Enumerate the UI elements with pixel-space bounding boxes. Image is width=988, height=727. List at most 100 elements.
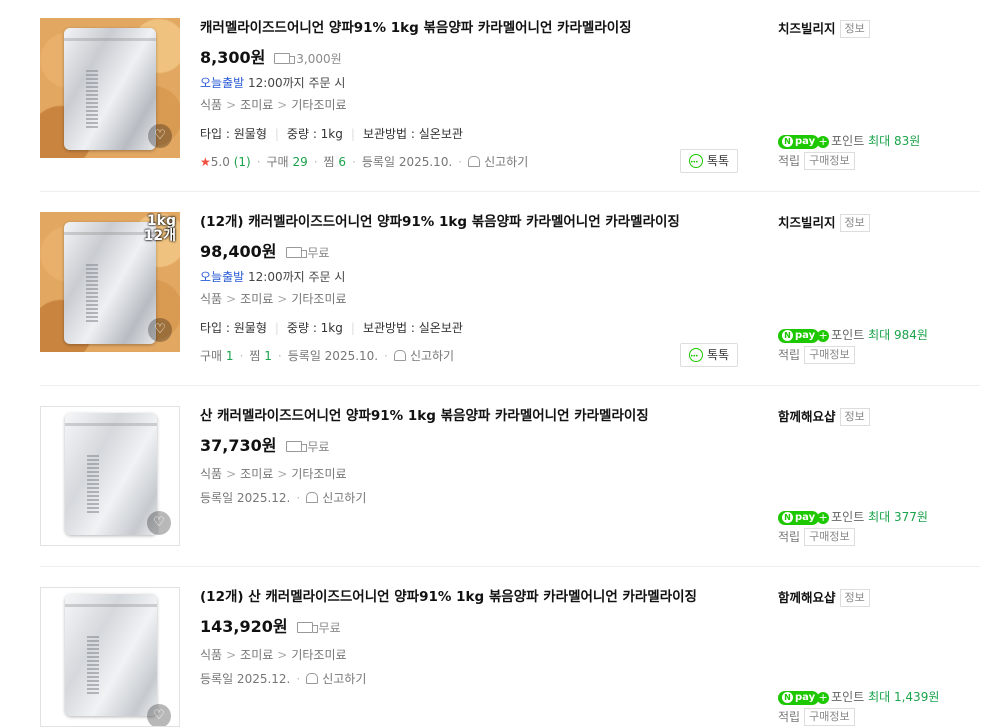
spec-type: 타입 : 원물형 bbox=[200, 127, 267, 141]
points-label: 포인트 bbox=[831, 328, 865, 342]
product-info: (12개) 산 캐러멜라이즈드어니언 양파91% 1kg 볶음양파 카라멜어니언… bbox=[200, 587, 760, 688]
category-breadcrumb: 식품 > 조미료 > 기타조미료 bbox=[200, 292, 347, 306]
talk-chat-icon bbox=[688, 346, 703, 368]
wish-count: 1 bbox=[264, 349, 272, 363]
purchase-info-tag[interactable]: 구매정보 bbox=[804, 346, 855, 364]
points-label: 포인트 bbox=[831, 690, 865, 704]
points-label: 포인트 bbox=[831, 510, 865, 524]
store-info-tag[interactable]: 정보 bbox=[839, 214, 870, 232]
dispatch-info: 오늘출발 12:00까지 주문 시 bbox=[200, 269, 760, 286]
store-name-text[interactable]: 함께해요샵 bbox=[778, 590, 836, 605]
product-thumbnail[interactable]: 1kg 12개 ♡ bbox=[40, 212, 180, 352]
npay-logo-icon: Npay bbox=[778, 511, 820, 525]
product-info: 캐러멜라이즈드어니언 양파91% 1kg 볶음양파 카라멜어니언 카라멜라이징 … bbox=[200, 18, 760, 171]
accumulate-label: 적립 bbox=[778, 530, 801, 544]
category-level-1[interactable]: 식품 bbox=[200, 292, 222, 306]
store-name-text[interactable]: 치즈빌리지 bbox=[778, 21, 836, 36]
wishlist-heart-icon[interactable]: ♡ bbox=[147, 511, 171, 535]
purchase-label: 구매 bbox=[266, 155, 289, 169]
product-thumbnail[interactable]: ♡ bbox=[40, 18, 180, 158]
product-price: 143,920원 bbox=[200, 617, 288, 636]
product-price: 8,300원 bbox=[200, 48, 266, 67]
price-row: 98,400원 무료 bbox=[200, 241, 760, 263]
star-icon: ★ bbox=[200, 155, 211, 169]
store-info-tag[interactable]: 정보 bbox=[839, 20, 870, 38]
wishlist-heart-icon[interactable]: ♡ bbox=[148, 124, 172, 148]
wishlist-heart-icon[interactable]: ♡ bbox=[147, 704, 171, 726]
category-level-1[interactable]: 식품 bbox=[200, 98, 222, 112]
product-meta: 등록일 2025.12. · 신고하기 bbox=[200, 672, 367, 686]
spec-weight: 중량 : 1kg bbox=[286, 321, 343, 335]
category-level-2[interactable]: 조미료 bbox=[240, 648, 273, 662]
category-level-1[interactable]: 식품 bbox=[200, 467, 222, 481]
points-value: 최대 984원 bbox=[868, 328, 928, 342]
category-level-3[interactable]: 기타조미료 bbox=[291, 467, 346, 481]
store-name: 치즈빌리지 정보 bbox=[778, 212, 978, 232]
registered-date: 등록일 2025.10. bbox=[361, 155, 453, 169]
wishlist-heart-icon[interactable]: ♡ bbox=[148, 318, 172, 342]
store-name-text[interactable]: 치즈빌리지 bbox=[778, 215, 836, 230]
category-level-3[interactable]: 기타조미료 bbox=[291, 292, 346, 306]
store-name-text[interactable]: 함께해요샵 bbox=[778, 409, 836, 424]
talk-button[interactable]: 톡톡 bbox=[680, 149, 738, 174]
category-breadcrumb: 식품 > 조미료 > 기타조미료 bbox=[200, 467, 347, 481]
product-item: ♡ 캐러멜라이즈드어니언 양파91% 1kg 볶음양파 카라멜어니언 카라멜라이… bbox=[40, 18, 980, 178]
product-item: ♡ 산 캐러멜라이즈드어니언 양파91% 1kg 볶음양파 카라멜어니언 카라멜… bbox=[40, 406, 980, 546]
delivery-truck-icon bbox=[285, 441, 307, 452]
points-label: 포인트 bbox=[831, 134, 865, 148]
product-meta: 등록일 2025.12. · 신고하기 bbox=[200, 491, 367, 505]
bell-report-icon bbox=[393, 350, 406, 361]
report-link[interactable]: 신고하기 bbox=[306, 491, 366, 505]
bell-report-icon bbox=[306, 673, 319, 684]
registered-date: 등록일 2025.12. bbox=[200, 672, 291, 686]
spec-storage: 보관방법 : 실온보관 bbox=[362, 321, 463, 335]
store-info: 치즈빌리지 정보 Npay + 포인트 최대 83원 적립 구매정보 bbox=[778, 18, 978, 170]
shipping-fee: 무료 bbox=[285, 440, 329, 454]
dispatch-label: 오늘출발 bbox=[200, 270, 245, 284]
category-level-2[interactable]: 조미료 bbox=[240, 98, 273, 112]
product-title[interactable]: 산 캐러멜라이즈드어니언 양파91% 1kg 볶음양파 카라멜어니언 카라멜라이… bbox=[200, 406, 760, 426]
store-info-tag[interactable]: 정보 bbox=[839, 589, 870, 607]
npay-points: Npay + 포인트 최대 377원 bbox=[778, 508, 928, 525]
wish-label: 찜 bbox=[323, 155, 335, 169]
report-link[interactable]: 신고하기 bbox=[306, 672, 366, 686]
purchase-info-tag[interactable]: 구매정보 bbox=[804, 708, 855, 726]
product-title[interactable]: (12개) 산 캐러멜라이즈드어니언 양파91% 1kg 볶음양파 카라멜어니언… bbox=[200, 587, 760, 607]
product-thumbnail[interactable]: ♡ bbox=[40, 587, 180, 727]
accumulate-row: 적립 구매정보 bbox=[778, 346, 855, 364]
category-level-3[interactable]: 기타조미료 bbox=[291, 98, 346, 112]
store-name: 함께해요샵 정보 bbox=[778, 587, 978, 607]
store-info: 치즈빌리지 정보 Npay + 포인트 최대 984원 적립 구매정보 bbox=[778, 212, 978, 364]
category-level-3[interactable]: 기타조미료 bbox=[291, 648, 346, 662]
store-info-tag[interactable]: 정보 bbox=[839, 408, 870, 426]
shipping-fee: 무료 bbox=[285, 246, 329, 260]
divider bbox=[40, 191, 980, 192]
accumulate-label: 적립 bbox=[778, 154, 801, 168]
dispatch-label: 오늘출발 bbox=[200, 76, 245, 90]
category-level-1[interactable]: 식품 bbox=[200, 648, 222, 662]
npay-points: Npay + 포인트 최대 984원 bbox=[778, 326, 928, 343]
accumulate-label: 적립 bbox=[778, 710, 801, 724]
category-breadcrumb: 식품 > 조미료 > 기타조미료 bbox=[200, 648, 347, 662]
registered-date: 등록일 2025.12. bbox=[200, 491, 291, 505]
report-link[interactable]: 신고하기 bbox=[468, 155, 528, 169]
points-value: 최대 1,439원 bbox=[868, 690, 940, 704]
product-item: 1kg 12개 ♡ (12개) 캐러멜라이즈드어니언 양파91% 1kg 볶음양파… bbox=[40, 212, 980, 372]
purchase-count: 1 bbox=[225, 349, 234, 363]
product-title[interactable]: 캐러멜라이즈드어니언 양파91% 1kg 볶음양파 카라멜어니언 카라멜라이징 bbox=[200, 18, 760, 38]
report-link[interactable]: 신고하기 bbox=[393, 349, 454, 363]
product-title[interactable]: (12개) 캐러멜라이즈드어니언 양파91% 1kg 볶음양파 카라멜어니언 카… bbox=[200, 212, 760, 232]
category-level-2[interactable]: 조미료 bbox=[240, 467, 273, 481]
dispatch-info: 오늘출발 12:00까지 주문 시 bbox=[200, 75, 760, 92]
delivery-truck-icon bbox=[274, 53, 296, 64]
shipping-fee-value: 3,000원 bbox=[296, 52, 342, 66]
divider bbox=[40, 566, 980, 567]
product-thumbnail[interactable]: ♡ bbox=[40, 406, 180, 546]
purchase-info-tag[interactable]: 구매정보 bbox=[804, 528, 855, 546]
category-level-2[interactable]: 조미료 bbox=[240, 292, 273, 306]
purchase-info-tag[interactable]: 구매정보 bbox=[804, 152, 855, 170]
points-value: 최대 83원 bbox=[868, 134, 921, 148]
talk-button[interactable]: 톡톡 bbox=[680, 343, 738, 368]
registered-date: 등록일 2025.10. bbox=[287, 349, 379, 363]
review-count[interactable]: (1) bbox=[234, 155, 251, 169]
